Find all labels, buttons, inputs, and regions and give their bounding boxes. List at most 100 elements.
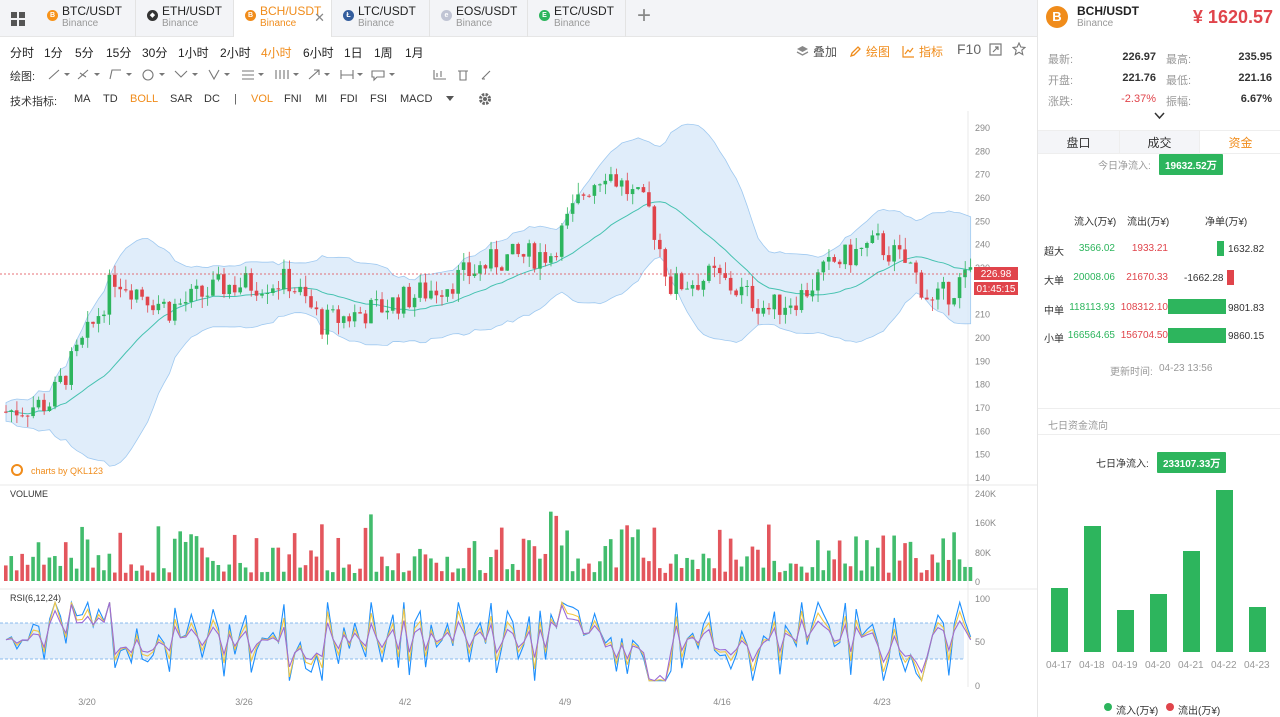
row-type: 小单 (1044, 334, 1064, 345)
volume-bar (183, 541, 188, 581)
period-5m[interactable]: 5分 (75, 44, 94, 61)
price-tick: 190 (975, 356, 990, 366)
volume-bar (265, 571, 270, 581)
indicator-mi[interactable]: MI (315, 93, 327, 105)
date-tick: 4/23 (873, 697, 891, 707)
candle-body (320, 309, 324, 335)
indicator-fsi[interactable]: FSI (370, 93, 387, 105)
volume-bar (614, 567, 618, 581)
indicator-ma[interactable]: MA (74, 93, 91, 105)
etc-coin-icon: E (539, 10, 550, 21)
volume-bar (696, 569, 700, 581)
volume-bar (31, 556, 35, 581)
volume-bar (347, 564, 351, 581)
indicator-fni[interactable]: FNI (284, 93, 302, 105)
add-tab-button[interactable]: + (632, 4, 656, 30)
period-6h[interactable]: 6小时 (303, 44, 334, 61)
tab-eth-usdt[interactable]: ◆ ETH/USDT Binance (136, 0, 234, 37)
volume-bar (167, 572, 172, 581)
indicator-button[interactable]: 指标 (902, 43, 943, 60)
indicator-dc[interactable]: DC (204, 93, 220, 105)
candle-body (211, 279, 215, 296)
volume-tick: 80K (975, 548, 991, 558)
countdown-label: 01:45:15 (977, 284, 1016, 295)
volume-bar (281, 571, 286, 581)
tab-funds[interactable]: 资金 (1200, 130, 1280, 154)
tab-btc-usdt[interactable]: B BTC/USDT Binance (36, 0, 136, 37)
overlay-button[interactable]: 叠加 (796, 43, 837, 60)
period-1m[interactable]: 1分 (44, 44, 63, 61)
volume-bar (429, 558, 433, 581)
period-1w[interactable]: 1周 (374, 44, 393, 61)
close-tab-icon[interactable]: ✕ (314, 10, 325, 26)
volume-bar (532, 546, 537, 581)
seven-day-title: 七日资金流向 (1048, 421, 1108, 432)
draw-tool-icons[interactable] (46, 67, 496, 82)
period-2h[interactable]: 2小时 (220, 44, 251, 61)
volume-bar (816, 540, 820, 581)
row-net: 1632.82 (1228, 244, 1265, 255)
candle-body (36, 399, 41, 408)
legend-outflow: 流出(万¥) (1178, 706, 1221, 717)
indicator-vol[interactable]: VOL (251, 93, 273, 105)
rsi-tick: 50 (975, 637, 985, 647)
chevron-down-icon[interactable] (446, 96, 454, 102)
indicator-td[interactable]: TD (103, 93, 118, 105)
candle-body (538, 252, 542, 269)
legend-inflow-dot (1104, 703, 1112, 711)
tab-bch-usdt[interactable]: B BCH/USDT Binance ✕ (234, 0, 332, 37)
candle-body (194, 285, 199, 289)
volume-bar (298, 567, 302, 581)
indicator-boll[interactable]: BOLL (130, 93, 158, 105)
candle-body (456, 269, 460, 294)
volume-bar (145, 570, 150, 581)
kline-chart[interactable]: 2902802702602502402302202102001901801701… (0, 111, 1037, 717)
indicator-fdi[interactable]: FDI (340, 93, 358, 105)
candle-body (418, 282, 422, 298)
volume-bar (85, 539, 90, 581)
stat-low: 221.16 (1238, 72, 1272, 84)
volume-bar (172, 538, 177, 581)
grid-menu-icon[interactable] (0, 0, 36, 37)
period-1h[interactable]: 1小时 (178, 44, 209, 61)
volume-bar (467, 547, 471, 581)
candle-body (227, 284, 232, 295)
star-icon[interactable] (1012, 42, 1026, 56)
overlay-label: 叠加 (813, 45, 838, 59)
tab-trades[interactable]: 成交 (1119, 130, 1200, 154)
period-1d[interactable]: 1日 (344, 44, 363, 61)
volume-bar (859, 570, 864, 581)
candle-body (832, 257, 836, 262)
indicator-sar[interactable]: SAR (170, 93, 193, 105)
candle-body (772, 294, 777, 310)
indicator-macd[interactable]: MACD (400, 93, 432, 105)
volume-bar (788, 563, 793, 581)
f10-button[interactable]: F10 (957, 41, 981, 57)
tab-orderbook[interactable]: 盘口 (1038, 130, 1119, 154)
day-bar (1084, 526, 1101, 652)
volume-bar (232, 534, 237, 581)
fullscreen-icon[interactable] (989, 43, 1002, 56)
tab-eos-usdt[interactable]: e EOS/USDT Binance (430, 0, 528, 37)
net-bar (1217, 241, 1224, 256)
period-fenshi[interactable]: 分时 (10, 44, 34, 61)
volume-bar (772, 560, 777, 581)
gear-icon[interactable] (478, 92, 492, 106)
indicators-label: 技术指标: (10, 96, 58, 108)
period-30m[interactable]: 30分 (142, 44, 167, 61)
period-1mo[interactable]: 1月 (405, 44, 424, 61)
candle-body (183, 302, 188, 304)
candle-body (930, 299, 935, 301)
candle-body (876, 233, 880, 236)
draw-button[interactable]: 绘图 (849, 43, 890, 60)
candle-body (363, 313, 368, 324)
row-inflow: 166564.65 (1067, 330, 1115, 341)
expand-chevron-icon[interactable] (1154, 112, 1165, 120)
stat-label: 涨跌: (1048, 96, 1074, 108)
period-4h[interactable]: 4小时 (261, 44, 292, 61)
tab-ltc-usdt[interactable]: Ł LTC/USDT Binance (332, 0, 430, 37)
period-15m[interactable]: 15分 (106, 44, 131, 61)
tab-etc-usdt[interactable]: E ETC/USDT Binance (528, 0, 626, 37)
volume-bar (134, 570, 139, 581)
date-tick: 4/2 (399, 697, 412, 707)
